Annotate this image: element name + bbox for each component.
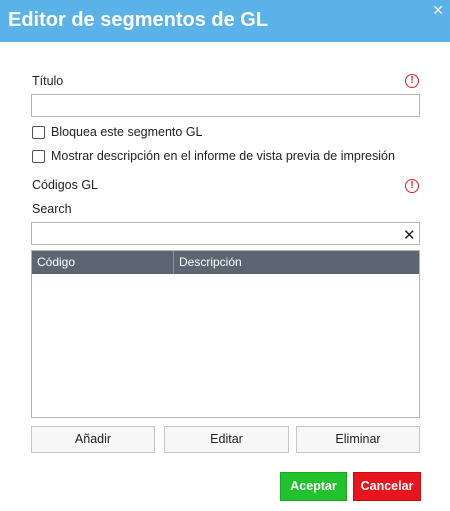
dialog-titlebar: Editor de segmentos de GL ✕ [0,0,450,42]
cancel-button[interactable]: Cancelar [353,472,421,501]
close-icon[interactable]: ✕ [432,2,444,19]
title-label: Título [32,74,64,88]
column-header-code[interactable]: Código [32,251,174,274]
dialog-title: Editor de segmentos de GL [8,9,269,31]
add-button[interactable]: Añadir [31,426,155,453]
table-header: Código Descripción [32,251,419,274]
clear-icon[interactable]: ✕ [403,226,416,244]
lock-segment-row[interactable]: Bloquea este segmento GL [32,125,203,139]
delete-button[interactable]: Eliminar [296,426,420,453]
search-label: Search [32,202,72,216]
title-required-icon: ! [405,74,419,88]
lock-segment-checkbox[interactable] [32,125,45,139]
gl-codes-table[interactable]: Código Descripción [31,250,420,418]
gl-codes-label: Códigos GL [32,178,99,192]
column-header-description[interactable]: Descripción [174,251,419,274]
show-description-label: Mostrar descripción en el informe de vis… [51,149,395,163]
show-description-row[interactable]: Mostrar descripción en el informe de vis… [32,149,395,163]
gl-codes-required-icon: ! [405,179,419,193]
accept-button[interactable]: Aceptar [280,472,347,501]
search-input[interactable] [31,222,420,245]
show-description-checkbox[interactable] [32,149,45,163]
title-input[interactable] [31,94,420,117]
lock-segment-label: Bloquea este segmento GL [51,125,203,139]
edit-button[interactable]: Editar [164,426,289,453]
